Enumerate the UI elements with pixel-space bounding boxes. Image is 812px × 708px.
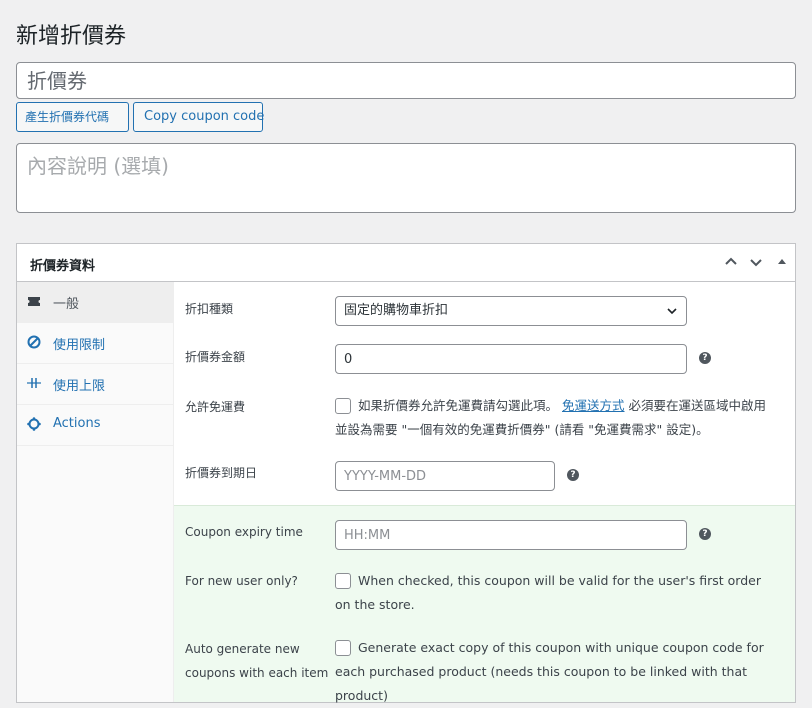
- page-title: 新增折價券: [16, 24, 127, 49]
- free-shipping-method-link[interactable]: 免運送方式: [562, 398, 625, 413]
- free-shipping-label: 允許免運費: [185, 400, 246, 414]
- move-up-icon[interactable]: [720, 251, 742, 273]
- generate-coupon-code-button[interactable]: 產生折價券代碼: [16, 102, 129, 132]
- description-textarea[interactable]: [16, 143, 796, 213]
- chevron-down-icon: [667, 308, 677, 315]
- tab-label: Actions: [53, 416, 101, 431]
- tab-label: 使用上限: [53, 379, 106, 394]
- panel-title: 折價券資料: [30, 259, 96, 274]
- coupon-amount-input[interactable]: [335, 344, 687, 374]
- coupon-code-input[interactable]: [16, 62, 796, 99]
- auto-generate-label: Auto generate new coupons with each item: [185, 642, 329, 680]
- new-user-description: When checked, this coupon will be valid …: [335, 573, 761, 612]
- coupon-data-panel: 折價券資料 一般 使用限制 使用上限 Actions 折扣種類 固定的購物車折扣…: [16, 243, 796, 703]
- expiry-time-input[interactable]: [335, 520, 687, 550]
- tab-label: 使用限制: [53, 338, 106, 353]
- help-icon[interactable]: ?: [699, 528, 711, 540]
- tab-label: 一般: [53, 297, 80, 312]
- tab-usage-limits[interactable]: 使用上限: [17, 364, 173, 405]
- gear-icon: [27, 417, 41, 431]
- tab-actions[interactable]: Actions: [17, 405, 173, 446]
- discount-type-select[interactable]: 固定的購物車折扣: [335, 296, 687, 326]
- discount-type-value: 固定的購物車折扣: [344, 303, 449, 318]
- panel-header: 折價券資料: [17, 244, 795, 282]
- help-icon[interactable]: ?: [567, 469, 579, 481]
- free-shipping-description: 如果折價券允許免運費請勾選此項。 免運送方式 必須要在運送區域中啟用並設為需要 …: [335, 398, 767, 437]
- ban-icon: [27, 335, 41, 349]
- general-tab-content: 折扣種類 固定的購物車折扣 折價券金額 ? 允許免運費 如果折價券允許免運費請勾…: [174, 282, 795, 703]
- limit-icon: [27, 378, 41, 388]
- tab-usage-restriction[interactable]: 使用限制: [17, 323, 173, 364]
- expiry-date-input[interactable]: [335, 461, 555, 491]
- move-down-icon[interactable]: [745, 251, 767, 273]
- tab-general[interactable]: 一般: [17, 282, 173, 323]
- copy-coupon-code-button[interactable]: Copy coupon code: [133, 102, 264, 132]
- help-icon[interactable]: ?: [699, 352, 711, 364]
- auto-generate-description: Generate exact copy of this coupon with …: [335, 640, 764, 703]
- amount-label: 折價券金額: [185, 350, 246, 364]
- expiry-date-label: 折價券到期日: [185, 466, 258, 480]
- expiry-time-label: Coupon expiry time: [185, 525, 303, 539]
- discount-type-label: 折扣種類: [185, 302, 234, 316]
- ticket-icon: [28, 297, 40, 306]
- collapse-toggle-icon[interactable]: [771, 251, 793, 273]
- coupon-tabs: 一般 使用限制 使用上限 Actions: [17, 282, 174, 702]
- new-user-label: For new user only?: [185, 574, 298, 588]
